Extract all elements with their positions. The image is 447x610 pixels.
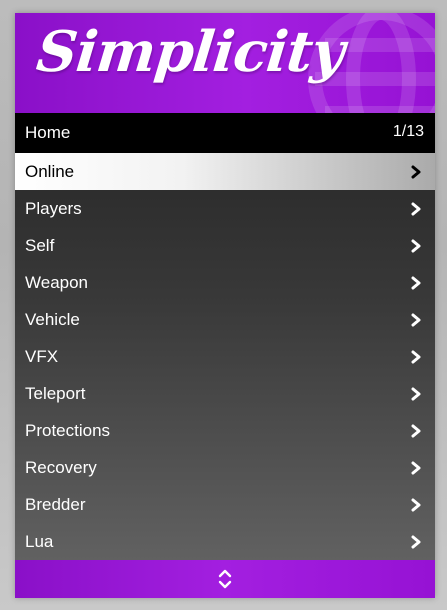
menu-item-weapon[interactable]: Weapon: [15, 264, 435, 301]
menu-item-protections[interactable]: Protections: [15, 412, 435, 449]
menu-item-bredder[interactable]: Bredder: [15, 486, 435, 523]
chevron-right-icon: [411, 276, 421, 290]
menu-list: Online Players Self Weapon Vehicle VFX T…: [15, 153, 435, 560]
chevron-right-icon: [411, 535, 421, 549]
menu-item-label: Self: [25, 236, 55, 255]
menu-header: Home 1/13: [15, 113, 435, 153]
menu-item-online[interactable]: Online: [15, 153, 435, 190]
menu-item-recovery[interactable]: Recovery: [15, 449, 435, 486]
chevron-right-icon: [411, 387, 421, 401]
menu-item-vfx[interactable]: VFX: [15, 338, 435, 375]
banner: Simplicity: [15, 13, 435, 113]
menu-item-label: Recovery: [25, 458, 97, 477]
chevron-right-icon: [411, 424, 421, 438]
menu-item-lua[interactable]: Lua: [15, 523, 435, 560]
chevron-right-icon: [411, 461, 421, 475]
menu-item-label: Lua: [25, 532, 54, 551]
up-down-arrows-icon[interactable]: [217, 568, 233, 590]
menu-item-label: Players: [25, 199, 82, 218]
menu-item-label: Online: [25, 162, 75, 181]
mod-menu: Simplicity Home 1/13 Online Players Self…: [15, 13, 435, 598]
menu-item-self[interactable]: Self: [15, 227, 435, 264]
menu-position-counter: 1/13: [392, 123, 424, 140]
logo-text: Simplicity: [33, 19, 347, 85]
chevron-right-icon: [411, 165, 421, 179]
menu-item-teleport[interactable]: Teleport: [15, 375, 435, 412]
menu-item-label: Protections: [25, 421, 111, 440]
menu-item-label: Vehicle: [25, 310, 80, 329]
chevron-right-icon: [411, 239, 421, 253]
menu-item-label: Weapon: [25, 273, 89, 292]
menu-item-vehicle[interactable]: Vehicle: [15, 301, 435, 338]
menu-item-label: Teleport: [25, 384, 86, 403]
menu-item-label: VFX: [25, 347, 59, 366]
menu-title: Home: [25, 123, 71, 142]
chevron-right-icon: [411, 313, 421, 327]
chevron-right-icon: [411, 350, 421, 364]
chevron-right-icon: [411, 498, 421, 512]
chevron-right-icon: [411, 202, 421, 216]
menu-item-players[interactable]: Players: [15, 190, 435, 227]
menu-footer: [15, 560, 435, 598]
menu-item-label: Bredder: [25, 495, 86, 514]
